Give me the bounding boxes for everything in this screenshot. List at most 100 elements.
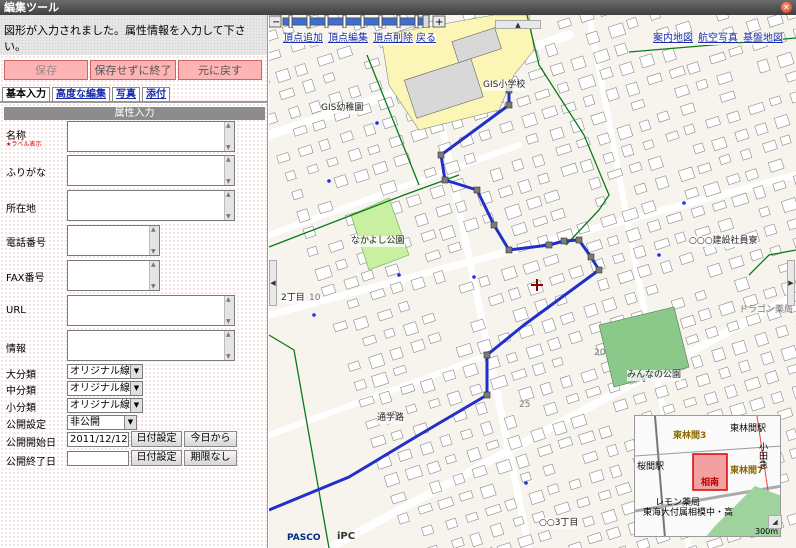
phone-field[interactable] <box>67 225 160 256</box>
building <box>678 166 696 183</box>
fax-scrollbar[interactable] <box>149 261 159 290</box>
building <box>684 186 700 200</box>
building <box>785 428 796 442</box>
kana-field[interactable] <box>67 155 235 186</box>
phone-label: 電話番号 <box>6 238 46 249</box>
building <box>768 95 782 107</box>
no-limit-button[interactable]: 期限なし <box>184 450 237 466</box>
route-vertex-handle[interactable] <box>545 241 553 249</box>
building <box>371 371 390 388</box>
phone-scrollbar[interactable] <box>149 226 159 255</box>
route-vertex-handle[interactable] <box>560 237 568 245</box>
building <box>598 15 613 17</box>
building <box>557 436 574 449</box>
route-vertex-handle[interactable] <box>587 253 595 261</box>
end-date-set-button[interactable]: 日付設定 <box>131 450 182 466</box>
building <box>762 139 778 153</box>
building <box>614 42 629 57</box>
route-vertex-handle[interactable] <box>437 151 445 159</box>
name-scrollbar[interactable] <box>224 122 234 151</box>
info-field[interactable] <box>67 330 235 361</box>
add-vertex-link[interactable]: 頂点追加 <box>283 33 323 45</box>
tab-basic-input[interactable]: 基本入力 <box>2 87 50 101</box>
back-link[interactable]: 戻る <box>416 33 436 45</box>
tab-photo[interactable]: 写真 <box>112 87 140 101</box>
tab-attachment[interactable]: 添付 <box>142 87 170 101</box>
building <box>426 460 442 475</box>
publish-start-field[interactable]: 2011/12/12 <box>67 432 129 447</box>
route-vertex-handle[interactable] <box>483 351 491 359</box>
route-vertex-handle[interactable] <box>595 266 603 274</box>
exit-without-save-button[interactable]: 保存せずに終了 <box>90 60 176 80</box>
info-scrollbar[interactable] <box>224 331 234 360</box>
chevron-down-icon: ▼ <box>130 382 142 395</box>
action-buttons: 保存 保存せずに終了 元に戻す <box>4 60 262 80</box>
building <box>389 346 404 361</box>
building <box>583 302 599 318</box>
save-button[interactable]: 保存 <box>4 60 88 80</box>
route-vertex-handle[interactable] <box>483 391 491 399</box>
kana-scrollbar[interactable] <box>224 156 234 185</box>
kindergarten-label: GIS幼稚園 <box>321 103 364 114</box>
edit-vertex-link[interactable]: 頂点編集 <box>328 33 368 45</box>
aerial-photo-link[interactable]: 航空写真 <box>698 33 738 45</box>
name-field[interactable] <box>67 121 235 152</box>
building <box>516 95 532 108</box>
pan-right-arrow-icon[interactable]: ▶ <box>787 260 795 306</box>
middle-category-select[interactable]: オリジナル線 ▼ <box>67 381 143 396</box>
route-vertex-handle[interactable] <box>505 101 513 109</box>
tab-advanced-edit[interactable]: 高度な編集 <box>52 87 110 101</box>
base-map-link[interactable]: 基盤地図 <box>743 33 783 45</box>
building <box>756 58 771 74</box>
guide-map-link[interactable]: 案内地図 <box>653 33 693 45</box>
building <box>674 84 691 99</box>
building <box>414 212 429 228</box>
minor-category-label: 小分類 <box>6 403 36 414</box>
building <box>568 330 583 345</box>
fax-field[interactable] <box>67 260 160 291</box>
pan-up-arrow-icon[interactable]: ▲ <box>495 20 541 29</box>
delete-vertex-link[interactable]: 頂点削除 <box>373 33 413 45</box>
building <box>297 144 314 157</box>
middle-category-label: 中分類 <box>6 386 36 397</box>
route-vertex-handle[interactable] <box>505 246 513 254</box>
close-icon[interactable]: ✕ <box>781 2 792 13</box>
url-scrollbar[interactable] <box>224 296 234 325</box>
minor-category-select[interactable]: オリジナル線 ▼ <box>67 398 143 413</box>
from-today-button[interactable]: 今日から <box>184 431 237 447</box>
publish-end-field[interactable] <box>67 451 129 466</box>
chevron-down-icon: ▼ <box>130 399 142 412</box>
building <box>749 396 766 412</box>
building <box>504 203 523 220</box>
pan-left-arrow-icon[interactable]: ◀ <box>269 260 277 306</box>
building <box>371 160 389 176</box>
route-vertex-handle[interactable] <box>490 221 498 229</box>
resize-icon[interactable]: ◢ <box>768 515 782 529</box>
route-vertex-handle[interactable] <box>575 236 583 244</box>
chevron-down-icon: ▼ <box>124 416 136 429</box>
building <box>685 333 700 345</box>
building <box>343 275 360 290</box>
building <box>336 45 354 60</box>
building <box>568 541 584 548</box>
route-vertex-handle[interactable] <box>473 186 481 194</box>
kana-label: ふりがな <box>6 168 46 179</box>
start-date-set-button[interactable]: 日付設定 <box>131 431 182 447</box>
url-field[interactable] <box>67 295 235 326</box>
address-field[interactable] <box>67 190 235 221</box>
map-view[interactable]: 頂点追加 頂点編集 頂点削除 戻る 案内地図 航空写真 基盤地図 GIS小学校 … <box>269 15 796 548</box>
zoom-slider[interactable]: − + <box>269 15 447 28</box>
building <box>332 320 349 333</box>
address-scrollbar[interactable] <box>224 191 234 220</box>
route-vertex-handle[interactable] <box>441 176 449 184</box>
publish-setting-select[interactable]: 非公開 ▼ <box>67 415 137 430</box>
revert-button[interactable]: 元に戻す <box>178 60 262 80</box>
attribute-panel: 図形が入力されました。属性情報を入力して下さい。 保存 保存せずに終了 元に戻す… <box>0 15 268 548</box>
building <box>624 291 638 306</box>
ipc-logo: iPC <box>337 531 356 542</box>
building <box>628 161 643 174</box>
overview-map[interactable]: 東林間3 東林間駅 東林間7 相南 小田急 桜間駅 レモン薬局 東海大付属相模中… <box>634 415 781 537</box>
building <box>539 381 553 396</box>
major-category-select[interactable]: オリジナル線 ▼ <box>67 364 143 379</box>
building <box>601 508 618 525</box>
